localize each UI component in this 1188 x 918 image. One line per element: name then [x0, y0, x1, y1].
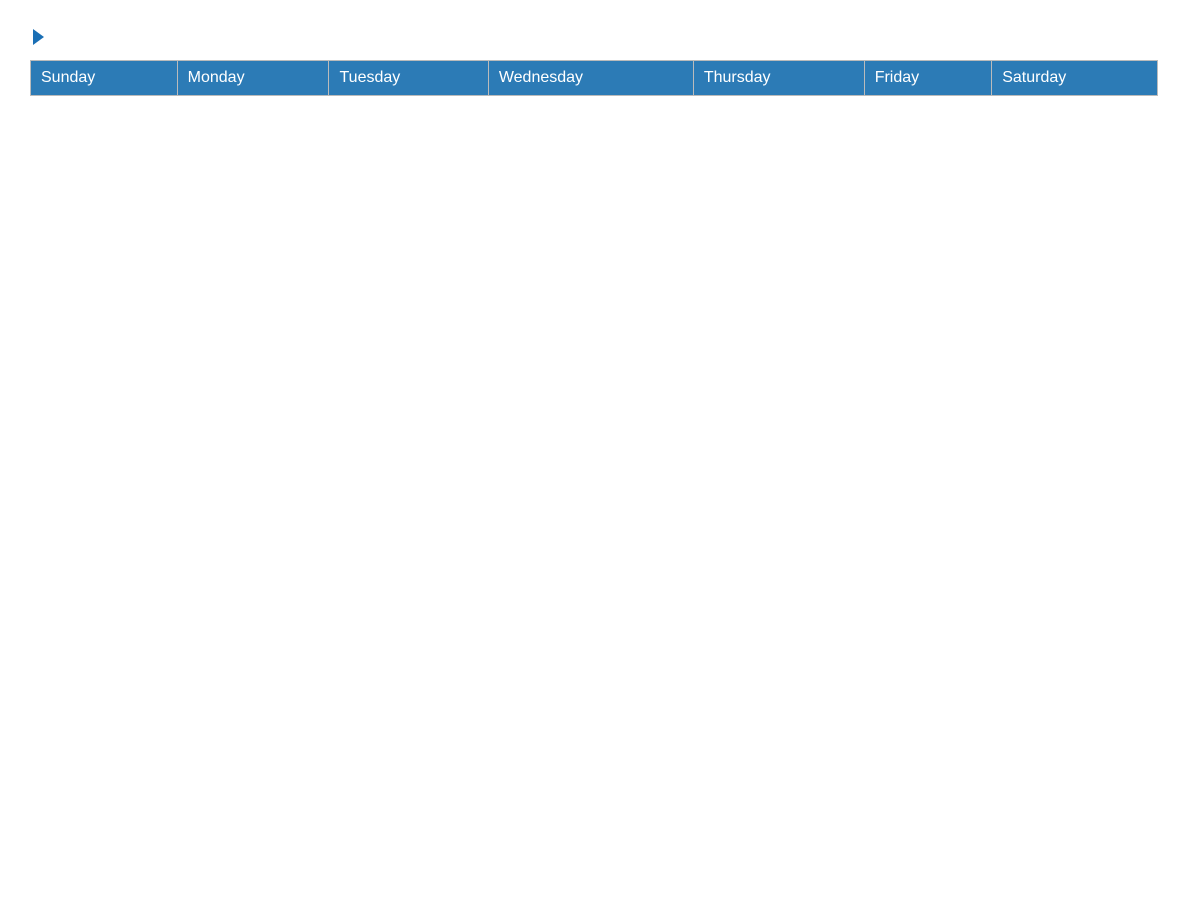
calendar-table: SundayMondayTuesdayWednesdayThursdayFrid… — [30, 60, 1158, 96]
calendar-day-header: Saturday — [992, 61, 1158, 96]
calendar-header-row: SundayMondayTuesdayWednesdayThursdayFrid… — [31, 61, 1158, 96]
calendar-day-header: Thursday — [693, 61, 864, 96]
calendar-day-header: Friday — [864, 61, 992, 96]
calendar-day-header: Wednesday — [488, 61, 693, 96]
calendar-day-header: Sunday — [31, 61, 178, 96]
logo — [30, 28, 44, 44]
page-header — [30, 20, 1158, 44]
calendar-day-header: Monday — [177, 61, 329, 96]
calendar-day-header: Tuesday — [329, 61, 488, 96]
logo-arrow-icon — [33, 29, 44, 45]
